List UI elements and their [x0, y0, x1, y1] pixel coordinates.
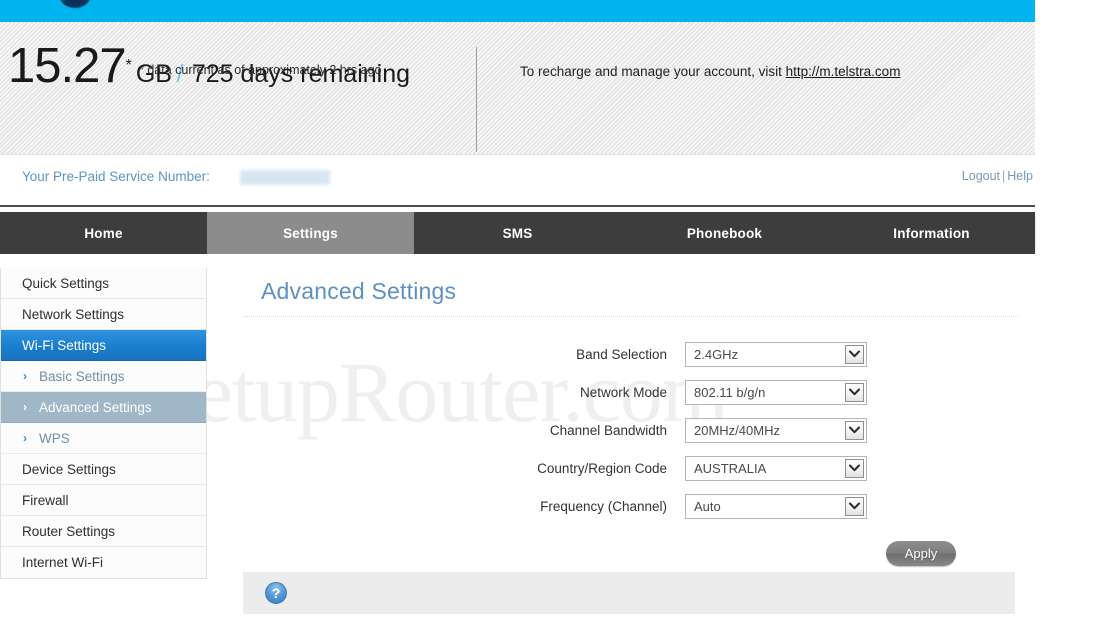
frequency-channel-value: Auto [694, 498, 721, 514]
service-number-label: Your Pre-Paid Service Number: [22, 169, 210, 184]
country-region-code-label: Country/Region Code [537, 460, 667, 476]
chevron-right-icon: › [23, 431, 27, 445]
tab-home[interactable]: Home [0, 212, 207, 254]
title-divider [243, 316, 1018, 317]
help-link[interactable]: Help [1007, 169, 1033, 183]
service-number-bar: Your Pre-Paid Service Number: Logout | Hel… [0, 155, 1035, 207]
sidebar-subitem-basic-settings[interactable]: › Basic Settings [1, 361, 206, 392]
sidebar-subitem-wps[interactable]: › WPS [1, 423, 206, 454]
tab-settings[interactable]: Settings [207, 212, 414, 254]
sidebar-subitem-label: WPS [39, 431, 70, 446]
form-row-frequency-channel: Frequency (Channel) Auto [243, 487, 1018, 525]
network-mode-label: Network Mode [579, 384, 667, 400]
network-mode-select[interactable]: 802.11 b/g/n [685, 379, 867, 405]
usage-amount: 15.27 [8, 39, 127, 93]
band-selection-value: 2.4GHz [694, 346, 739, 362]
page-title: Advanced Settings [261, 278, 457, 304]
router-admin-page: 15.27* GB / 725 days remaining * data cur… [0, 0, 1100, 626]
sidebar-item-router-settings[interactable]: Router Settings [1, 516, 206, 547]
service-number-value-redacted [240, 170, 330, 185]
chevron-right-icon: › [23, 369, 27, 383]
main-nav: Home Settings SMS Phonebook Information [0, 212, 1035, 254]
recharge-link[interactable]: http://m.telstra.com [786, 64, 901, 79]
chevron-down-icon[interactable] [845, 458, 864, 478]
channel-bandwidth-label: Channel Bandwidth [549, 422, 667, 438]
recharge-message: To recharge and manage your account, vis… [520, 64, 900, 79]
sidebar-item-firewall[interactable]: Firewall [1, 485, 206, 516]
banner-divider [476, 47, 477, 152]
network-mode-value: 802.11 b/g/n [694, 384, 766, 400]
sidebar-subitem-advanced-settings[interactable]: › Advanced Settings [1, 392, 206, 423]
link-separator: | [1002, 169, 1006, 183]
tab-sms[interactable]: SMS [414, 212, 621, 254]
sidebar-item-internet-wifi[interactable]: Internet Wi-Fi [1, 547, 206, 578]
chevron-down-icon[interactable] [845, 420, 864, 440]
chevron-down-icon[interactable] [845, 382, 864, 402]
channel-bandwidth-select[interactable]: 20MHz/40MHz [685, 417, 867, 443]
telstra-logo-icon [60, 0, 90, 8]
apply-button[interactable]: Apply [886, 541, 956, 566]
tab-information[interactable]: Information [828, 212, 1035, 254]
form-row-channel-bandwidth: Channel Bandwidth 20MHz/40MHz [243, 411, 1018, 449]
usage-asterisk: * [125, 57, 132, 74]
chevron-down-icon[interactable] [845, 496, 864, 516]
sidebar-item-network-settings[interactable]: Network Settings [1, 299, 206, 330]
sidebar-subitem-label: Advanced Settings [39, 400, 152, 415]
form-row-band-selection: Band Selection 2.4GHz [243, 335, 1018, 373]
chevron-right-icon: › [23, 400, 27, 414]
form-row-network-mode: Network Mode 802.11 b/g/n [243, 373, 1018, 411]
help-question-icon[interactable]: ? [265, 582, 287, 604]
sidebar-item-device-settings[interactable]: Device Settings [1, 454, 206, 485]
help-bar: ? [243, 572, 1015, 614]
usage-banner: 15.27* GB / 725 days remaining * data cur… [0, 22, 1035, 155]
sidebar: Quick Settings Network Settings Wi-Fi Se… [0, 268, 207, 579]
recharge-text: To recharge and manage your account, vis… [520, 64, 786, 79]
usage-note: * data current as of approximately 2 hrs… [139, 63, 382, 77]
apply-row: Apply [243, 531, 1018, 577]
country-region-code-select[interactable]: AUSTRALIA [685, 455, 867, 481]
form-row-country-region-code: Country/Region Code AUSTRALIA [243, 449, 1018, 487]
channel-bandwidth-value: 20MHz/40MHz [694, 422, 780, 438]
tab-phonebook[interactable]: Phonebook [621, 212, 828, 254]
band-selection-label: Band Selection [576, 346, 667, 362]
account-links: Logout | Help [962, 169, 1033, 183]
logout-link[interactable]: Logout [962, 169, 1000, 183]
sidebar-item-quick-settings[interactable]: Quick Settings [1, 268, 206, 299]
frequency-channel-label: Frequency (Channel) [540, 498, 667, 514]
band-selection-select[interactable]: 2.4GHz [685, 341, 867, 367]
frequency-channel-select[interactable]: Auto [685, 493, 867, 519]
sidebar-item-wifi-settings[interactable]: Wi-Fi Settings [1, 330, 206, 361]
country-region-code-value: AUSTRALIA [694, 460, 767, 476]
chevron-down-icon[interactable] [845, 344, 864, 364]
brand-bar [0, 0, 1035, 22]
sidebar-subitem-label: Basic Settings [39, 369, 125, 384]
main-panel: Advanced Settings Band Selection 2.4GHz … [243, 268, 1018, 577]
advanced-settings-form: Band Selection 2.4GHz Network Mode 802.1… [243, 335, 1018, 577]
